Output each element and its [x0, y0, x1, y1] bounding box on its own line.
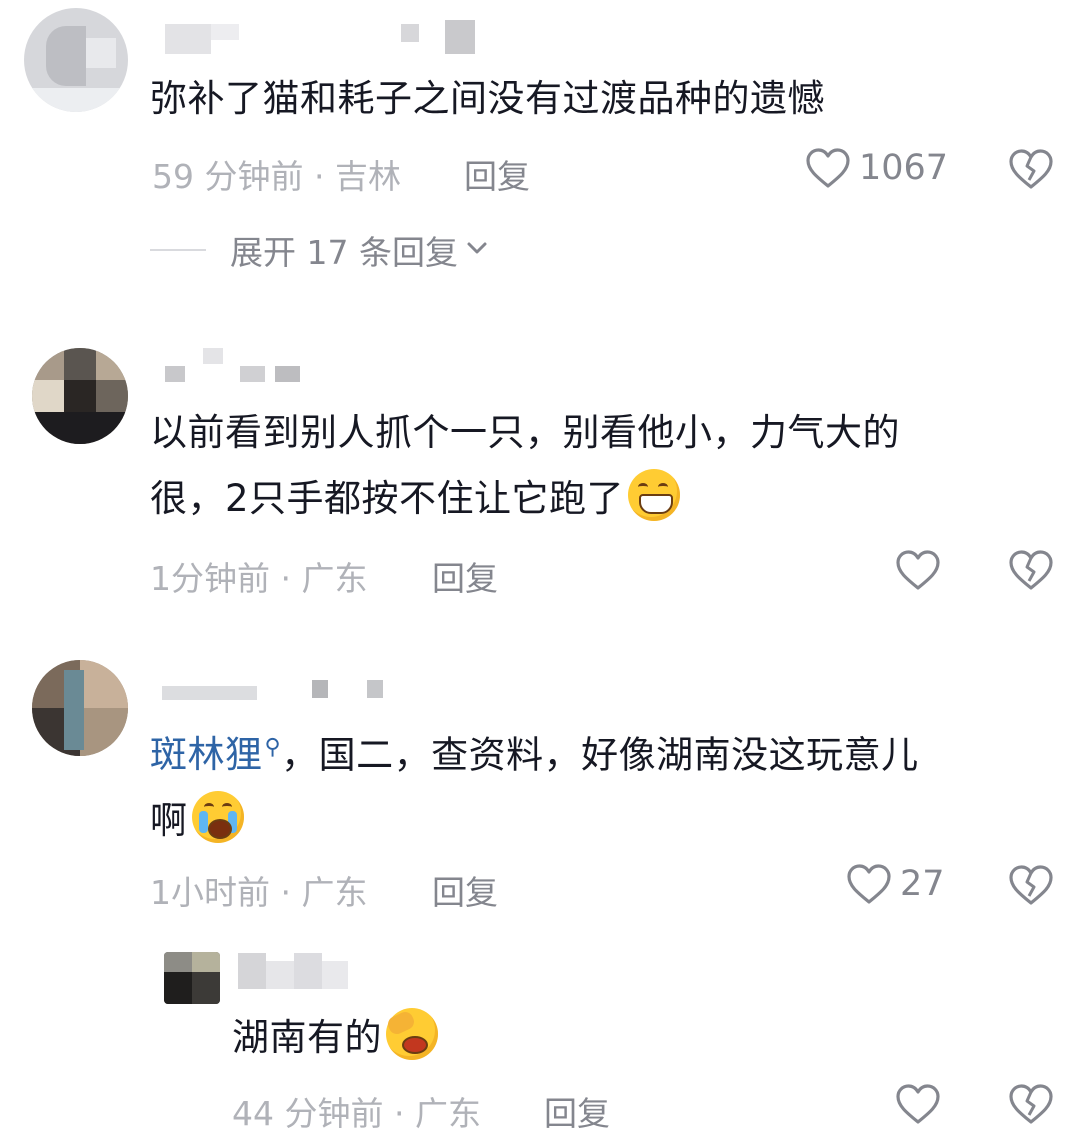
comment-text: 斑林狸⚲，国二，查资料，好像湖南没这玩意儿 啊: [150, 715, 919, 854]
username-blurred[interactable]: [165, 348, 305, 384]
separator: ·: [270, 559, 302, 598]
like-button[interactable]: [895, 1083, 941, 1125]
reply-button[interactable]: 回复: [464, 150, 530, 198]
search-icon: ⚲: [264, 735, 282, 760]
broken-heart-icon: [1008, 148, 1054, 190]
comment-time: 1小时前: [150, 873, 270, 912]
comment-location: 广东: [301, 873, 368, 912]
crying-face-icon: [191, 791, 244, 844]
reply-button[interactable]: 回复: [432, 552, 498, 600]
username-blurred[interactable]: [162, 676, 392, 700]
comment-location: 广东: [414, 1094, 481, 1133]
expand-replies[interactable]: 展开 17 条回复: [150, 226, 488, 274]
divider: [150, 249, 206, 251]
username-blurred[interactable]: [238, 953, 350, 989]
facepalm-face-icon: [385, 1008, 438, 1060]
grinning-face-icon: [628, 469, 681, 521]
comment-time: 1分钟前: [150, 559, 270, 598]
comment-text: 湖南有的: [232, 1005, 438, 1071]
comment-text-line: 以前看到别人抓个一只，别看他小，力气大的: [150, 411, 900, 454]
comment-location: 广东: [301, 559, 368, 598]
mention-link[interactable]: 斑林狸⚲: [150, 733, 281, 776]
comment-meta: 1小时前 · 广东: [150, 866, 367, 914]
comment-text-line: 啊: [150, 788, 919, 854]
comment-meta: 44 分钟前 · 广东: [232, 1087, 481, 1135]
avatar[interactable]: [164, 952, 220, 1004]
avatar[interactable]: [24, 8, 128, 112]
reply-button[interactable]: 回复: [432, 866, 498, 914]
like-button[interactable]: 1067: [805, 147, 948, 189]
comment-time: 59 分钟前: [152, 157, 304, 196]
comment-text: 弥补了猫和耗子之间没有过渡品种的遗憾: [150, 77, 825, 120]
dislike-button[interactable]: [1008, 864, 1054, 906]
comment-meta: 1分钟前 · 广东: [150, 552, 367, 600]
username-blurred[interactable]: [165, 18, 475, 54]
comment-location: 吉林: [334, 157, 401, 196]
broken-heart-icon: [1008, 549, 1054, 591]
reply-button[interactable]: 回复: [544, 1087, 610, 1135]
broken-heart-icon: [1008, 864, 1054, 906]
heart-icon: [895, 549, 941, 591]
like-count: 27: [900, 864, 945, 904]
heart-icon: [846, 863, 892, 905]
like-count: 1067: [859, 148, 949, 188]
separator: ·: [303, 157, 335, 196]
like-button[interactable]: [895, 549, 941, 591]
dislike-button[interactable]: [1008, 1083, 1054, 1125]
broken-heart-icon: [1008, 1083, 1054, 1125]
dislike-button[interactable]: [1008, 549, 1054, 591]
comment-meta: 59 分钟前 · 吉林: [152, 150, 401, 198]
comment-text: 以前看到别人抓个一只，别看他小，力气大的 很，2只手都按不住让它跑了: [150, 400, 900, 532]
avatar[interactable]: [32, 348, 128, 444]
separator: ·: [270, 873, 302, 912]
comment-text-line: 斑林狸⚲，国二，查资料，好像湖南没这玩意儿: [150, 733, 919, 777]
chevron-down-icon: [466, 240, 488, 260]
separator: ·: [383, 1094, 415, 1133]
comment-text-line: 很，2只手都按不住让它跑了: [150, 466, 900, 532]
dislike-button[interactable]: [1008, 148, 1054, 190]
heart-icon: [895, 1083, 941, 1125]
heart-icon: [805, 147, 851, 189]
avatar[interactable]: [32, 660, 128, 756]
expand-replies-label: 展开 17 条回复: [230, 233, 458, 272]
comment-time: 44 分钟前: [232, 1094, 384, 1133]
like-button[interactable]: 27: [846, 863, 945, 905]
